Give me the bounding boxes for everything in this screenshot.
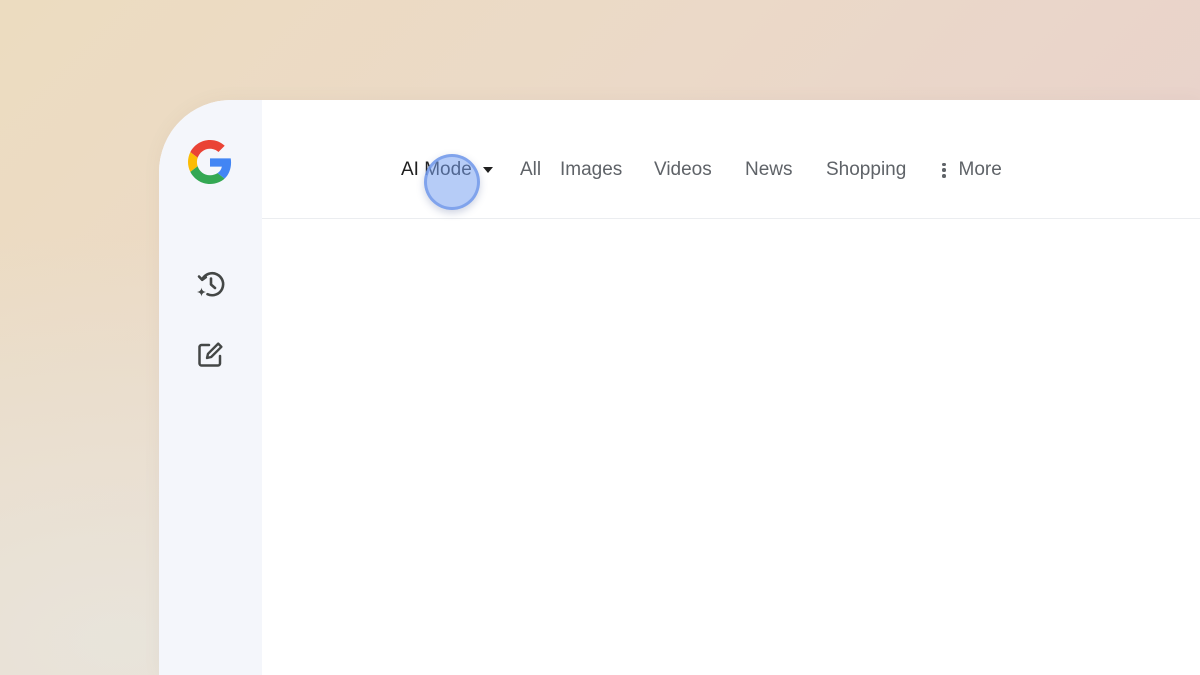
caret-down-icon[interactable] (482, 167, 493, 173)
history-sparkle-icon (197, 271, 225, 297)
history-button[interactable] (190, 264, 230, 304)
browser-window: AI Mode All Images Videos News Shopping … (159, 100, 1200, 675)
tab-ai-mode-label: AI Mode (401, 159, 472, 180)
tab-more[interactable]: More (942, 157, 1002, 183)
search-tabs-bar: AI Mode All Images Videos News Shopping … (262, 100, 1200, 219)
new-chat-button[interactable] (190, 335, 230, 375)
sidebar (159, 100, 262, 675)
tab-all[interactable]: All (520, 157, 541, 183)
new-chat-icon (198, 342, 223, 367)
main-content-area (262, 219, 1200, 675)
tab-ai-mode[interactable]: AI Mode (401, 157, 493, 183)
google-logo-icon[interactable] (188, 140, 232, 184)
tab-images[interactable]: Images (560, 157, 622, 183)
tab-videos[interactable]: Videos (654, 157, 712, 183)
tab-news[interactable]: News (745, 157, 793, 183)
tab-shopping[interactable]: Shopping (826, 157, 906, 183)
three-dots-vertical-icon (942, 162, 946, 178)
tab-more-label: More (958, 159, 1002, 180)
